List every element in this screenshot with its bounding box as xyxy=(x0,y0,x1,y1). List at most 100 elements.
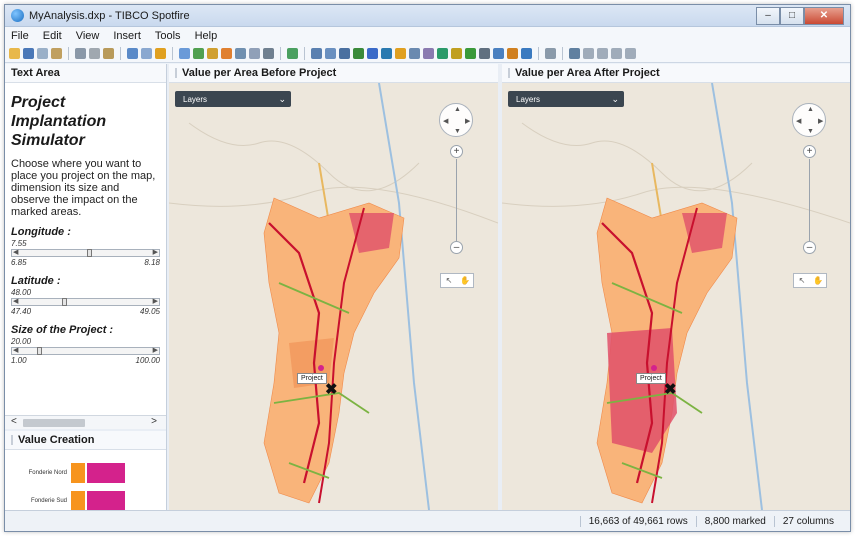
map-after-header[interactable]: Value per Area After Project xyxy=(502,64,850,83)
latitude-slider[interactable]: ◀ ▶ xyxy=(11,298,160,306)
pan-up-icon[interactable]: ▲ xyxy=(807,106,814,113)
pan-down-icon[interactable]: ▼ xyxy=(454,128,461,135)
longitude-slider-thumb[interactable] xyxy=(86,249,92,257)
project-marker-icon[interactable]: ✖ xyxy=(325,380,338,398)
open-folder-icon[interactable] xyxy=(9,47,20,59)
pan-left-icon[interactable]: ◀ xyxy=(796,117,801,125)
edit-layout-icon[interactable] xyxy=(625,47,636,59)
maximize-button[interactable]: □ xyxy=(780,6,804,25)
map-before-header[interactable]: Value per Area Before Project xyxy=(169,64,498,83)
zoom-slider-track[interactable] xyxy=(456,159,457,241)
clipboard-icon[interactable] xyxy=(103,47,114,59)
map-chart-icon[interactable] xyxy=(437,47,448,59)
map-pan-control[interactable]: ▲ ▼ ◀ ▶ xyxy=(792,103,826,137)
zoom-out-button[interactable]: – xyxy=(450,241,463,254)
text-area-horizontal-scrollbar[interactable]: < > xyxy=(5,415,166,429)
menu-view[interactable]: View xyxy=(76,30,100,42)
zoom-out-button[interactable]: – xyxy=(803,241,816,254)
text-area-icon[interactable] xyxy=(545,47,556,59)
refresh-icon[interactable] xyxy=(155,47,166,59)
bookmark-icon[interactable] xyxy=(207,47,218,59)
tag-icon[interactable] xyxy=(221,47,232,59)
marking-icon[interactable] xyxy=(193,47,204,59)
scrollbar-thumb[interactable] xyxy=(23,419,85,427)
layers-dropdown[interactable]: Layers ⌄ xyxy=(175,91,291,107)
treemap-icon[interactable] xyxy=(451,47,462,59)
save-icon[interactable] xyxy=(23,47,34,59)
pan-up-icon[interactable]: ▲ xyxy=(454,106,461,113)
menu-edit[interactable]: Edit xyxy=(43,30,62,42)
zoom-slider-track[interactable] xyxy=(809,159,810,241)
slider-left-arrow-icon[interactable]: ◀ xyxy=(13,248,18,256)
line-chart-icon[interactable] xyxy=(367,47,378,59)
menu-insert[interactable]: Insert xyxy=(113,30,141,42)
graphical-table-icon[interactable] xyxy=(339,47,350,59)
pointer-tool-icon[interactable]: ↖ xyxy=(441,274,457,287)
list-icon[interactable] xyxy=(263,47,274,59)
size-slider-thumb[interactable] xyxy=(36,347,42,355)
pan-hand-tool-icon[interactable]: ✋ xyxy=(457,274,473,287)
scroll-right-arrow-icon[interactable]: > xyxy=(151,416,157,427)
zoom-in-button[interactable]: + xyxy=(803,145,816,158)
close-button[interactable]: ✕ xyxy=(804,6,844,25)
table-icon[interactable] xyxy=(311,47,322,59)
map-before-canvas[interactable]: Layers ⌄ ▲ ▼ ◀ ▶ + – ↖ ✋ Project ✖ xyxy=(169,83,498,510)
menu-tools[interactable]: Tools xyxy=(155,30,181,42)
slider-left-arrow-icon[interactable]: ◀ xyxy=(13,297,18,305)
bar-chart-icon[interactable] xyxy=(353,47,364,59)
settings-icon[interactable] xyxy=(569,47,580,59)
bar-orange[interactable] xyxy=(71,491,85,511)
summary-table-icon[interactable] xyxy=(493,47,504,59)
project-marker-icon[interactable]: ✖ xyxy=(664,380,677,398)
layout-icon[interactable] xyxy=(583,47,594,59)
redo-icon[interactable] xyxy=(141,47,152,59)
text-area-header[interactable]: Text Area xyxy=(5,64,166,83)
menu-file[interactable]: File xyxy=(11,30,29,42)
minimize-button[interactable]: – xyxy=(756,6,780,25)
slider-right-arrow-icon[interactable]: ▶ xyxy=(153,248,158,256)
scatter-plot-icon[interactable] xyxy=(409,47,420,59)
3d-scatter-icon[interactable] xyxy=(423,47,434,59)
pan-right-icon[interactable]: ▶ xyxy=(465,117,470,125)
parallel-coordinates-icon[interactable] xyxy=(479,47,490,59)
undo-icon[interactable] xyxy=(127,47,138,59)
value-creation-header[interactable]: Value Creation xyxy=(5,431,166,450)
map-after-canvas[interactable]: Layers ⌄ ▲ ▼ ◀ ▶ + – ↖ ✋ Project ✖ xyxy=(502,83,850,510)
pan-right-icon[interactable]: ▶ xyxy=(818,117,823,125)
map-after-graphic[interactable] xyxy=(502,83,850,510)
longitude-slider[interactable]: ◀ ▶ xyxy=(11,249,160,257)
bar-orange[interactable] xyxy=(71,463,85,483)
layers-dropdown[interactable]: Layers ⌄ xyxy=(508,91,624,107)
heat-map-icon[interactable] xyxy=(465,47,476,59)
latitude-slider-thumb[interactable] xyxy=(61,298,67,306)
pan-left-icon[interactable]: ◀ xyxy=(443,117,448,125)
pointer-tool-icon[interactable]: ↖ xyxy=(794,274,810,287)
kpi-chart-icon[interactable] xyxy=(521,47,532,59)
pan-down-icon[interactable]: ▼ xyxy=(807,128,814,135)
slider-right-arrow-icon[interactable]: ▶ xyxy=(153,346,158,354)
map-pan-control[interactable]: ▲ ▼ ◀ ▶ xyxy=(439,103,473,137)
cross-table-icon[interactable] xyxy=(325,47,336,59)
split-horizontal-icon[interactable] xyxy=(597,47,608,59)
bar-magenta[interactable] xyxy=(87,463,125,483)
size-slider[interactable]: ◀ ▶ xyxy=(11,347,160,355)
map-before-graphic[interactable] xyxy=(169,83,498,510)
details-icon[interactable] xyxy=(235,47,246,59)
slider-left-arrow-icon[interactable]: ◀ xyxy=(13,346,18,354)
paste-icon[interactable] xyxy=(51,47,62,59)
bar-magenta[interactable] xyxy=(87,491,125,511)
menu-help[interactable]: Help xyxy=(195,30,218,42)
slider-right-arrow-icon[interactable]: ▶ xyxy=(153,297,158,305)
import-icon[interactable] xyxy=(287,47,298,59)
pan-hand-tool-icon[interactable]: ✋ xyxy=(810,274,826,287)
scroll-left-arrow-icon[interactable]: < xyxy=(11,416,17,427)
copy-icon[interactable] xyxy=(37,47,48,59)
print-icon[interactable] xyxy=(75,47,86,59)
pie-chart-icon[interactable] xyxy=(395,47,406,59)
box-plot-icon[interactable] xyxy=(507,47,518,59)
split-vertical-icon[interactable] xyxy=(611,47,622,59)
filter-icon[interactable] xyxy=(179,47,190,59)
zoom-in-button[interactable]: + xyxy=(450,145,463,158)
cut-icon[interactable] xyxy=(89,47,100,59)
page-icon[interactable] xyxy=(249,47,260,59)
